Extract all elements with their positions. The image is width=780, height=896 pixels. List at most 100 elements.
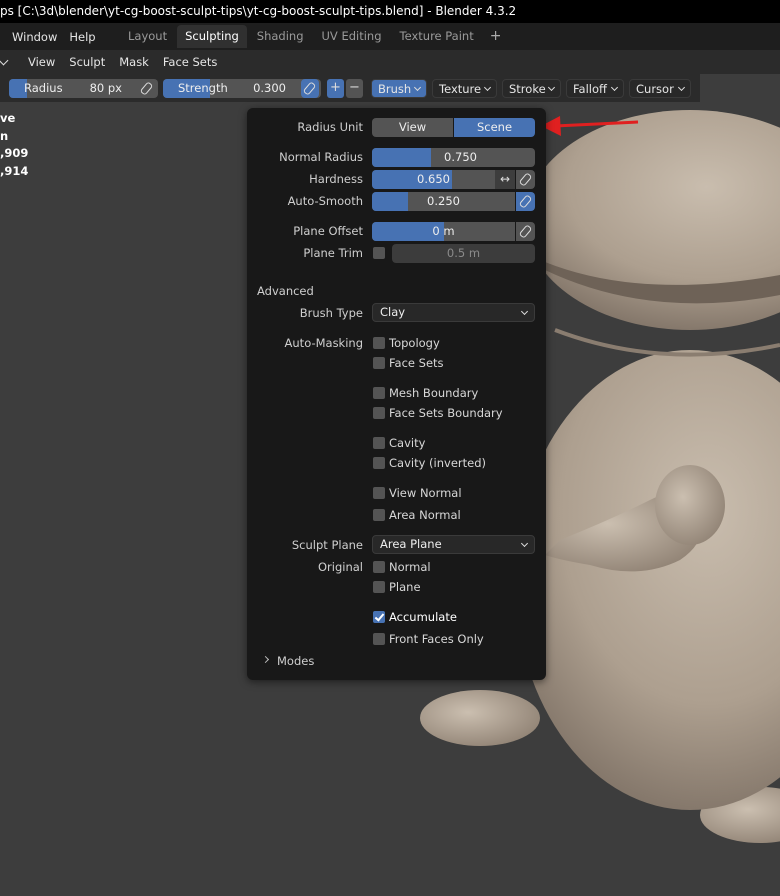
radius-slider[interactable]: Radius 80 px — [9, 79, 158, 98]
brush-type-select[interactable]: Clay — [372, 303, 535, 322]
invert-hardness-icon[interactable]: ↔ — [495, 170, 515, 189]
brush-dropdown-label: Brush — [378, 82, 412, 96]
tab-sculpting[interactable]: Sculpting — [177, 25, 247, 48]
tab-texture-paint[interactable]: Texture Paint — [392, 25, 482, 48]
tool-settings-bar: Radius 80 px Strength 0.300 + − Brush Te… — [0, 74, 700, 102]
chevron-down-icon — [547, 83, 556, 92]
brush-settings-popover: Radius Unit View Scene Normal Radius 0.7… — [247, 108, 546, 680]
menu-window[interactable]: Window — [6, 30, 63, 44]
add-workspace-button[interactable]: + — [484, 25, 508, 48]
falloff-dropdown[interactable]: Falloff — [566, 79, 624, 98]
model-shoulder — [655, 465, 725, 545]
mask-cavity-checkbox[interactable] — [373, 437, 385, 449]
texture-dropdown-label: Texture — [439, 82, 482, 96]
radius-unit-label: Radius Unit — [297, 120, 363, 134]
normal-radius-value: 0.750 — [444, 150, 477, 164]
header-menu-sculpt[interactable]: Sculpt — [62, 55, 112, 69]
mask-cavity-inverted-checkbox[interactable] — [373, 457, 385, 469]
modes-section-label[interactable]: Modes — [277, 654, 314, 668]
stat-line: ,914 — [0, 163, 29, 178]
workspace-tabs: Layout Sculpting Shading UV Editing Text… — [120, 25, 507, 48]
cursor-dropdown[interactable]: Cursor — [629, 79, 691, 98]
window-title-bar: ps [C:\3d\blender\yt-cg-boost-sculpt-tip… — [0, 0, 780, 23]
viewport-statistics: ve n ,909 ,914 — [0, 110, 28, 180]
menu-bar: Window Help Layout Sculpting Shading UV … — [0, 23, 780, 50]
menu-help[interactable]: Help — [63, 30, 101, 44]
tab-uv-editing[interactable]: UV Editing — [314, 25, 390, 48]
plane-trim-checkbox[interactable] — [373, 247, 385, 259]
stat-line: ,909 — [0, 146, 29, 160]
plane-trim-value: 0.5 m — [446, 246, 481, 260]
model-neck-fold — [554, 328, 780, 357]
tab-shading[interactable]: Shading — [249, 25, 312, 48]
add-mode-button[interactable]: + — [327, 79, 344, 98]
mask-area-normal-checkbox[interactable] — [373, 509, 385, 521]
original-normal-checkbox[interactable] — [373, 561, 385, 573]
foot-left — [420, 690, 540, 746]
sculpt-plane-select[interactable]: Area Plane — [372, 535, 535, 554]
plane-offset-value: 0 m — [432, 224, 455, 238]
pen-pressure-icon — [139, 81, 154, 96]
pen-pressure-icon — [518, 224, 533, 239]
stat-line: n — [0, 128, 9, 143]
tab-layout[interactable]: Layout — [120, 25, 175, 48]
stat-line: ve — [0, 111, 16, 125]
chevron-down-icon — [413, 83, 422, 92]
stroke-dropdown-label: Stroke — [509, 82, 546, 96]
chevron-down-icon — [520, 539, 529, 548]
radius-label: Radius — [24, 81, 63, 95]
mask-topology-checkbox[interactable] — [373, 337, 385, 349]
pen-pressure-icon — [302, 81, 317, 96]
chevron-down-icon — [610, 83, 619, 92]
plane-offset-pressure-button[interactable] — [516, 222, 535, 241]
strength-value: 0.300 — [253, 81, 286, 95]
mask-view-normal-label: View Normal — [389, 486, 462, 500]
mask-view-normal-checkbox[interactable] — [373, 487, 385, 499]
mask-topology-label: Topology — [389, 336, 440, 350]
hardness-field[interactable]: 0.650 — [372, 170, 495, 189]
chevron-right-icon[interactable] — [261, 655, 270, 664]
accumulate-checkbox[interactable] — [373, 611, 385, 623]
plane-trim-field[interactable]: 0.5 m — [392, 244, 535, 263]
texture-dropdown[interactable]: Texture — [432, 79, 497, 98]
strength-slider[interactable]: Strength 0.300 — [163, 79, 321, 98]
chevron-down-icon — [483, 83, 492, 92]
pen-pressure-icon — [518, 172, 533, 187]
pen-pressure-icon — [518, 194, 533, 209]
original-plane-checkbox[interactable] — [373, 581, 385, 593]
front-faces-only-checkbox[interactable] — [373, 633, 385, 645]
auto-smooth-pressure-button[interactable] — [516, 192, 535, 211]
mask-mesh-boundary-checkbox[interactable] — [373, 387, 385, 399]
original-normal-label: Normal — [389, 560, 431, 574]
sculpt-plane-value: Area Plane — [380, 537, 442, 551]
radius-pressure-button[interactable] — [138, 79, 156, 98]
radius-unit-view-button[interactable]: View — [372, 118, 453, 137]
sculpt-plane-label: Sculpt Plane — [291, 538, 363, 552]
brush-dropdown[interactable]: Brush — [371, 79, 427, 98]
hardness-value: 0.650 — [417, 172, 450, 186]
strength-pressure-button[interactable] — [301, 79, 319, 98]
advanced-section-label: Advanced — [257, 284, 314, 298]
mask-face-sets-boundary-checkbox[interactable] — [373, 407, 385, 419]
subtract-mode-button[interactable]: − — [346, 79, 363, 98]
auto-smooth-field[interactable]: 0.250 — [372, 192, 515, 211]
hardness-pressure-button[interactable] — [516, 170, 535, 189]
mask-cavity-inverted-label: Cavity (inverted) — [389, 456, 486, 470]
header-menu-view[interactable]: View — [21, 55, 62, 69]
header-menu-mask[interactable]: Mask — [112, 55, 156, 69]
radius-unit-scene-button[interactable]: Scene — [454, 118, 535, 137]
radius-value: 80 px — [89, 81, 122, 95]
header-menu-face-sets[interactable]: Face Sets — [156, 55, 225, 69]
stroke-dropdown[interactable]: Stroke — [502, 79, 561, 98]
brush-type-value: Clay — [380, 305, 406, 319]
strength-label: Strength — [178, 81, 228, 95]
mask-face-sets-boundary-label: Face Sets Boundary — [389, 406, 503, 420]
auto-smooth-value: 0.250 — [427, 194, 460, 208]
hardness-label: Hardness — [309, 172, 363, 186]
plane-offset-field[interactable]: 0 m — [372, 222, 515, 241]
mask-area-normal-label: Area Normal — [389, 508, 461, 522]
chevron-down-icon[interactable] — [0, 55, 9, 66]
mask-face-sets-label: Face Sets — [389, 356, 444, 370]
normal-radius-field[interactable]: 0.750 — [372, 148, 535, 167]
mask-face-sets-checkbox[interactable] — [373, 357, 385, 369]
